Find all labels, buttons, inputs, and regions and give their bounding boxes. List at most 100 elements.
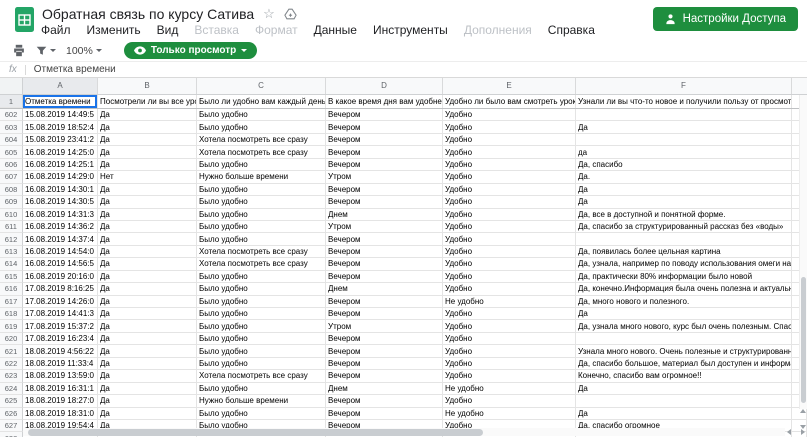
- column-header-a[interactable]: A: [23, 78, 98, 94]
- cell[interactable]: 16.08.2019 14:56:5: [23, 258, 98, 271]
- cell[interactable]: Удобно: [443, 308, 576, 321]
- cell[interactable]: Да: [98, 308, 197, 321]
- horizontal-scrollbar-thumb[interactable]: [28, 428, 483, 436]
- cell[interactable]: Удобно: [443, 270, 576, 284]
- cell[interactable]: Удобно: [443, 395, 576, 408]
- cell[interactable]: Не удобно: [443, 382, 576, 396]
- cell[interactable]: 16.08.2019 14:30:5: [23, 196, 98, 209]
- cell[interactable]: 16.08.2019 14:25:0: [23, 146, 98, 159]
- cell[interactable]: Да: [98, 208, 197, 221]
- cell[interactable]: Удобно: [443, 370, 576, 383]
- cell[interactable]: Удобно: [443, 233, 576, 246]
- cell[interactable]: [576, 109, 792, 122]
- cell[interactable]: Да: [98, 183, 197, 197]
- cell[interactable]: Вечером: [326, 258, 443, 271]
- cell[interactable]: Удобно: [443, 245, 576, 259]
- cell[interactable]: Да: [576, 407, 792, 420]
- row-number[interactable]: 603: [0, 121, 23, 134]
- cell[interactable]: Вечером: [326, 146, 443, 159]
- cell[interactable]: Вечером: [326, 121, 443, 134]
- cell[interactable]: Было удобно: [197, 233, 326, 246]
- menu-item-help[interactable]: Справка: [548, 23, 595, 37]
- cell[interactable]: Было удобно: [197, 109, 326, 122]
- view-only-button[interactable]: Только просмотр: [123, 42, 258, 59]
- cell[interactable]: 18.08.2019 13:59:0: [23, 370, 98, 383]
- cell[interactable]: Удобно: [443, 109, 576, 122]
- cell[interactable]: Не удобно: [443, 407, 576, 420]
- formula-input[interactable]: Отметка времени: [26, 64, 116, 75]
- cell[interactable]: Было удобно: [197, 208, 326, 221]
- cell[interactable]: 16.08.2019 14:31:3: [23, 208, 98, 221]
- cell[interactable]: Удобно ли было вам смотреть уроки: [443, 95, 576, 108]
- cell[interactable]: Посмотрели ли вы все уроки?: [98, 95, 197, 108]
- cell[interactable]: Было удобно: [197, 320, 326, 333]
- column-header-f[interactable]: F: [576, 78, 792, 94]
- cell[interactable]: Удобно: [443, 196, 576, 209]
- cell[interactable]: 17.08.2019 8:16:25: [23, 283, 98, 296]
- row-number[interactable]: 617: [0, 295, 23, 308]
- horizontal-scrollbar[interactable]: [23, 428, 785, 436]
- cell[interactable]: 16.08.2019 14:29:0: [23, 171, 98, 184]
- cell[interactable]: Хотела посмотреть все сразу: [197, 133, 326, 147]
- cell[interactable]: 16.08.2019 14:54:0: [23, 245, 98, 259]
- cell[interactable]: Удобно: [443, 258, 576, 271]
- cell[interactable]: Конечно, спасибо вам огромное!!: [576, 370, 792, 383]
- cell[interactable]: Да, все в доступной и понятной форме.: [576, 208, 792, 221]
- cell[interactable]: Да: [98, 407, 197, 420]
- cell[interactable]: Было удобно: [197, 295, 326, 308]
- cell[interactable]: Да, появилась более цельная картина: [576, 245, 792, 259]
- cell[interactable]: 16.08.2019 14:36:2: [23, 220, 98, 234]
- row-number[interactable]: 616: [0, 283, 23, 296]
- cell[interactable]: Утром: [326, 320, 443, 333]
- row-number[interactable]: 627: [0, 419, 23, 433]
- cell[interactable]: Было удобно: [197, 196, 326, 209]
- cell[interactable]: 18.08.2019 18:27:0: [23, 395, 98, 408]
- cell[interactable]: [576, 395, 792, 408]
- cell[interactable]: Да: [576, 183, 792, 197]
- scroll-right-icon[interactable]: [801, 429, 805, 435]
- cell[interactable]: Удобно: [443, 121, 576, 134]
- row-number[interactable]: 621: [0, 345, 23, 358]
- row-number[interactable]: 611: [0, 220, 23, 234]
- cell[interactable]: Да: [98, 121, 197, 134]
- cell[interactable]: Да: [98, 395, 197, 408]
- cell[interactable]: Нужно больше времени: [197, 171, 326, 184]
- menu-item-data[interactable]: Данные: [314, 23, 357, 37]
- row-number[interactable]: 609: [0, 196, 23, 209]
- cell[interactable]: Да, узнала много нового, курс был очень …: [576, 320, 792, 333]
- cell[interactable]: Да: [576, 382, 792, 396]
- cell[interactable]: 18.08.2019 11:33:4: [23, 357, 98, 371]
- row-number[interactable]: 619: [0, 320, 23, 333]
- sheets-logo-icon[interactable]: [11, 6, 38, 33]
- cell[interactable]: Да, конечно.Информация была очень полезн…: [576, 283, 792, 296]
- cell[interactable]: 15.08.2019 14:49:5: [23, 109, 98, 122]
- cell[interactable]: Да: [576, 196, 792, 209]
- cell[interactable]: 16.08.2019 20:16:0: [23, 270, 98, 284]
- cell[interactable]: Вечером: [326, 245, 443, 259]
- scroll-left-icon[interactable]: [787, 429, 791, 435]
- menu-item-tools[interactable]: Инструменты: [373, 23, 448, 37]
- cell[interactable]: Было удобно: [197, 158, 326, 172]
- cell[interactable]: Да: [98, 233, 197, 246]
- cell[interactable]: Да: [98, 357, 197, 371]
- cell[interactable]: В какое время дня вам удобнее: [326, 95, 443, 108]
- cell[interactable]: Да, практически 80% информации было ново…: [576, 270, 792, 284]
- cell[interactable]: Да: [576, 121, 792, 134]
- cell[interactable]: Вечером: [326, 332, 443, 346]
- cell[interactable]: Да.: [576, 171, 792, 184]
- print-button[interactable]: [12, 44, 26, 57]
- cell[interactable]: Да: [98, 345, 197, 358]
- cell[interactable]: Было удобно: [197, 345, 326, 358]
- cell[interactable]: Удобно: [443, 345, 576, 358]
- menu-item-view[interactable]: Вид: [157, 23, 179, 37]
- cell[interactable]: Удобно: [443, 133, 576, 147]
- cell[interactable]: Да: [98, 196, 197, 209]
- document-title[interactable]: Обратная связь по курсу Сатива: [42, 6, 254, 22]
- cell[interactable]: Удобно: [443, 320, 576, 333]
- cell[interactable]: 17.08.2019 15:37:2: [23, 320, 98, 333]
- row-number[interactable]: 606: [0, 158, 23, 172]
- cell[interactable]: 17.08.2019 14:41:3: [23, 308, 98, 321]
- cell[interactable]: Да, узнала, например по поводу использов…: [576, 258, 792, 271]
- cell[interactable]: Вечером: [326, 345, 443, 358]
- menu-item-file[interactable]: Файл: [41, 23, 71, 37]
